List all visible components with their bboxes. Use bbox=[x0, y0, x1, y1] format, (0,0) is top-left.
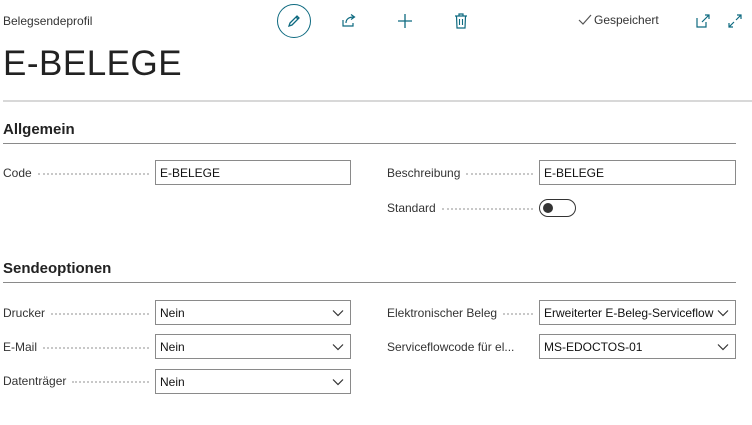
section-title-general: Allgemein bbox=[3, 121, 75, 138]
disk-value: Nein bbox=[160, 374, 185, 389]
disk-select[interactable]: Nein bbox=[155, 369, 351, 394]
chevron-down-icon bbox=[715, 309, 731, 317]
field-label-code: Code bbox=[3, 166, 153, 180]
email-label: E-Mail bbox=[3, 340, 38, 354]
toggle-knob bbox=[543, 203, 553, 213]
delete-icon bbox=[455, 13, 467, 29]
section-divider-general bbox=[3, 143, 736, 144]
flowcode-value: MS-EDOCTOS-01 bbox=[544, 339, 643, 354]
open-new-window-button[interactable] bbox=[693, 11, 713, 31]
flowcode-label: Serviceflowcode für el... bbox=[387, 340, 515, 354]
email-value: Nein bbox=[160, 339, 185, 354]
email-select[interactable]: Nein bbox=[155, 334, 351, 359]
disk-label: Datenträger bbox=[3, 374, 67, 388]
printer-value: Nein bbox=[160, 305, 185, 320]
field-label-edoc: Elektronischer Beleg bbox=[387, 306, 537, 320]
default-label: Standard bbox=[387, 201, 436, 215]
edit-button[interactable] bbox=[277, 4, 311, 38]
code-field[interactable]: E-BELEGE bbox=[155, 160, 351, 185]
save-status-label: Gespeichert bbox=[594, 13, 659, 27]
expand-icon bbox=[728, 14, 742, 28]
checkmark-icon bbox=[578, 14, 592, 25]
expand-button[interactable] bbox=[725, 11, 745, 31]
edoc-label: Elektronischer Beleg bbox=[387, 306, 498, 320]
edit-icon bbox=[287, 15, 300, 28]
field-label-disk: Datenträger bbox=[3, 374, 153, 388]
open-new-window-icon bbox=[696, 14, 710, 28]
delete-button[interactable] bbox=[450, 10, 472, 32]
add-button[interactable] bbox=[394, 10, 416, 32]
code-label: Code bbox=[3, 166, 32, 180]
field-label-description: Beschreibung bbox=[387, 166, 537, 180]
chevron-down-icon bbox=[715, 343, 731, 351]
printer-label: Drucker bbox=[3, 306, 46, 320]
share-button[interactable] bbox=[338, 10, 360, 32]
field-label-email: E-Mail bbox=[3, 340, 153, 354]
flowcode-select[interactable]: MS-EDOCTOS-01 bbox=[539, 334, 736, 359]
printer-select[interactable]: Nein bbox=[155, 300, 351, 325]
description-label: Beschreibung bbox=[387, 166, 461, 180]
field-label-flowcode: Serviceflowcode für el... bbox=[387, 340, 537, 354]
chevron-down-icon bbox=[330, 378, 346, 386]
add-icon bbox=[398, 14, 412, 28]
description-field[interactable]: E-BELEGE bbox=[539, 160, 736, 185]
field-label-default: Standard bbox=[387, 201, 537, 215]
default-toggle[interactable] bbox=[539, 199, 576, 217]
page-title: E-BELEGE bbox=[3, 44, 183, 83]
field-label-printer: Drucker bbox=[3, 306, 153, 320]
edoc-value: Erweiterter E-Beleg-Serviceflow bbox=[544, 305, 714, 320]
header-divider bbox=[3, 100, 752, 102]
share-icon bbox=[342, 14, 356, 27]
save-status: Gespeichert bbox=[578, 13, 659, 27]
chevron-down-icon bbox=[330, 343, 346, 351]
edoc-select[interactable]: Erweiterter E-Beleg-Serviceflow bbox=[539, 300, 736, 325]
section-divider-sending bbox=[3, 282, 736, 283]
breadcrumb: Belegsendeprofil bbox=[3, 14, 93, 28]
chevron-down-icon bbox=[330, 309, 346, 317]
section-title-sending: Sendeoptionen bbox=[3, 260, 112, 277]
